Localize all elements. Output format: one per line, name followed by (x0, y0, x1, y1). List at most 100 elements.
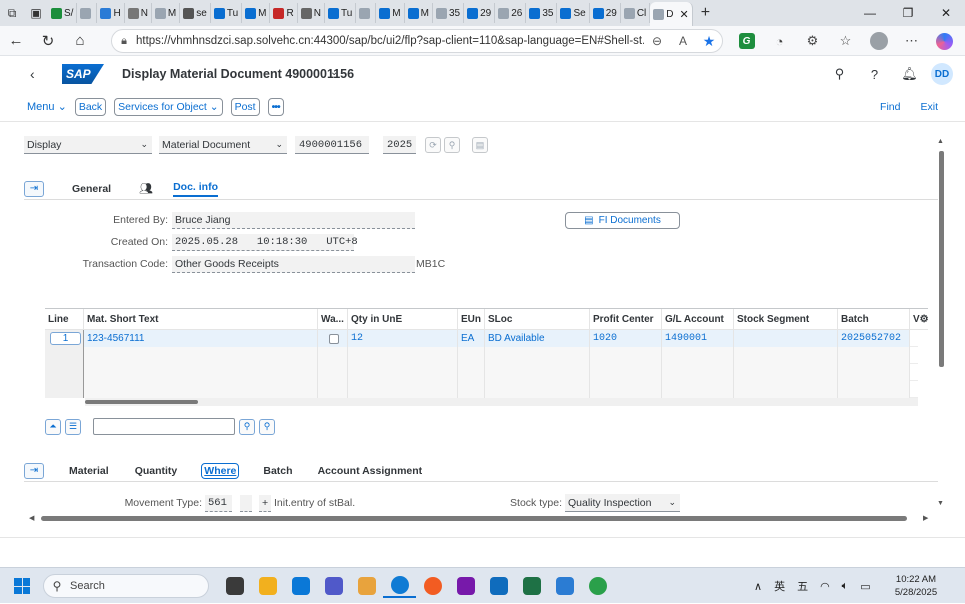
col-gl-account[interactable]: G/L Account (662, 309, 734, 330)
filter-icon[interactable]: ☰ (65, 418, 81, 435)
browser-tab[interactable]: 35 (526, 3, 558, 23)
sap-logo[interactable]: SAP (62, 64, 104, 84)
tab-where[interactable]: Where (201, 462, 240, 479)
col-stock-segment[interactable]: Stock Segment (734, 309, 838, 330)
row-wa-cell[interactable] (318, 330, 348, 347)
table-row[interactable]: 1 123-4567111 12 EA BD Available 1020 14… (45, 330, 918, 347)
page-horizontal-scrollbar[interactable]: ◀ ▶ (27, 514, 937, 524)
taskbar-app-button[interactable] (581, 574, 614, 598)
title-chevron-down-icon[interactable]: ⌄ (330, 67, 338, 78)
extension-button[interactable]: G (730, 30, 763, 52)
tab-partners-icon[interactable]: 👥︎ (139, 182, 153, 195)
minimize-icon[interactable]: — (851, 6, 889, 20)
tab-actions-icon[interactable]: ⧉ (0, 0, 24, 26)
profile-button[interactable] (862, 30, 895, 52)
taskbar-app-button[interactable] (482, 574, 515, 598)
scroll-right-icon[interactable]: ▶ (923, 514, 928, 522)
browser-tab[interactable]: M (405, 3, 433, 23)
browser-tab[interactable]: Tu (211, 3, 243, 23)
mode-select[interactable]: Display ⌄ (24, 136, 152, 154)
col-line[interactable]: Line (45, 309, 84, 330)
column-settings-icon[interactable]: ⚙ (920, 314, 928, 325)
execute-icon[interactable]: ⟳ (425, 137, 441, 153)
col-sloc[interactable]: SLoc (485, 309, 590, 330)
tab-quantity[interactable]: Quantity (135, 465, 178, 477)
document-number-field[interactable]: 4900001156 (295, 136, 369, 154)
scroll-up-icon[interactable]: ▲ (937, 138, 944, 145)
active-tab[interactable]: D ✕ (650, 2, 693, 26)
tab-doc-info[interactable]: Doc. info (173, 181, 218, 197)
taskbar-clock[interactable]: 10:22 AM 5/28/2025 (886, 573, 946, 599)
page-title[interactable]: Display Material Document 4900001156 (122, 67, 354, 81)
col-mat-short-text[interactable]: Mat. Short Text (84, 309, 318, 330)
browser-tab[interactable]: se (180, 3, 211, 23)
volume-icon[interactable]: 🔈︎ (842, 580, 849, 593)
more-icon[interactable]: ⋯ (895, 30, 928, 52)
col-eun[interactable]: EUn (458, 309, 485, 330)
search-help-icon[interactable]: ⚲ (444, 137, 460, 153)
exit-button[interactable]: Exit (920, 101, 938, 113)
tab-account-assignment[interactable]: Account Assignment (318, 465, 423, 477)
row-sloc-cell[interactable]: BD Available (485, 330, 590, 347)
browser-tab[interactable] (356, 3, 377, 23)
document-type-select[interactable]: Material Document ⌄ (159, 136, 287, 154)
user-avatar[interactable]: DD (931, 63, 953, 85)
browser-tab[interactable] (77, 3, 98, 23)
workspaces-icon[interactable]: ▣ (24, 0, 48, 26)
more-actions-button[interactable]: ••• (267, 97, 284, 116)
col-wa[interactable]: Wa... (318, 309, 348, 330)
browser-tab[interactable]: M (152, 3, 181, 23)
row-gl-cell[interactable]: 1490001 (662, 330, 734, 347)
find-icon[interactable]: ⚲ (239, 418, 255, 435)
home-icon[interactable]: ⌂ (64, 32, 96, 49)
taskbar-search-input[interactable]: ⚲ Search (43, 574, 209, 598)
table-horizontal-scrollbar[interactable] (85, 398, 918, 406)
ime-language-indicator[interactable]: 英 (774, 578, 785, 594)
browser-tab[interactable]: 29 (590, 3, 621, 23)
scroll-down-icon[interactable]: ▼ (937, 500, 944, 507)
taskbar-app-button[interactable] (251, 574, 284, 598)
windows-start-icon[interactable] (14, 578, 30, 594)
stock-type-select[interactable]: Quality Inspection ⌄ (565, 494, 680, 512)
transaction-code-field[interactable]: Other Goods Receipts (172, 256, 415, 273)
copilot-button[interactable] (928, 30, 961, 52)
url-text[interactable]: https://vhmhnsdzci.sap.solvehc.cn:44300/… (136, 35, 644, 47)
row-segment-cell[interactable] (734, 330, 838, 347)
sort-ascending-icon[interactable]: ⏶ (45, 418, 61, 435)
browser-tab[interactable]: R (270, 3, 298, 23)
row-qty-cell[interactable]: 12 (348, 330, 458, 347)
browser-tab[interactable]: Cl (621, 3, 651, 23)
table-search-input[interactable] (93, 418, 235, 435)
movement-type-field[interactable]: 561 (205, 495, 232, 512)
taskbar-app-button[interactable] (548, 574, 581, 598)
show-hidden-icons-icon[interactable]: ∧ (754, 580, 762, 593)
browser-tab[interactable]: S/ (48, 3, 78, 23)
read-aloud-icon[interactable]: A (670, 34, 696, 48)
extensions-icon[interactable]: ⚙ (796, 30, 829, 52)
browser-tab[interactable]: 35 (433, 3, 465, 23)
battery-icon[interactable]: ▭ (860, 580, 870, 593)
browser-tab[interactable]: 29 (464, 3, 496, 23)
taskbar-app-button[interactable] (416, 574, 449, 598)
movement-plus-field[interactable]: + (259, 495, 271, 512)
document-overview-icon[interactable]: ▤ (472, 137, 488, 153)
post-button[interactable]: Post (230, 97, 260, 116)
taskbar-app-button[interactable] (515, 574, 548, 598)
favorite-star-icon[interactable]: ★ (696, 33, 722, 50)
back-button[interactable]: Back (74, 97, 107, 116)
browser-tab[interactable]: H (97, 3, 125, 23)
taskbar-app-button[interactable] (317, 574, 350, 598)
movement-indicator-field[interactable] (240, 495, 252, 512)
row-line-button[interactable]: 1 (50, 332, 81, 345)
tab-material[interactable]: Material (69, 465, 109, 477)
scroll-left-icon[interactable]: ◀ (29, 514, 34, 522)
refresh-icon[interactable]: ↻ (32, 32, 64, 50)
restore-icon[interactable]: ❐ (889, 6, 927, 20)
search-icon[interactable]: ⚲ (822, 66, 857, 82)
entered-by-field[interactable]: Bruce Jiang (172, 212, 415, 229)
row-text-cell[interactable]: 123-4567111 (84, 330, 318, 347)
browser-tab[interactable]: Se (557, 3, 590, 23)
menu-button[interactable]: Menu ⌄ (27, 100, 67, 113)
browser-tab[interactable]: 26 (495, 3, 527, 23)
browser-tab[interactable]: M (376, 3, 405, 23)
